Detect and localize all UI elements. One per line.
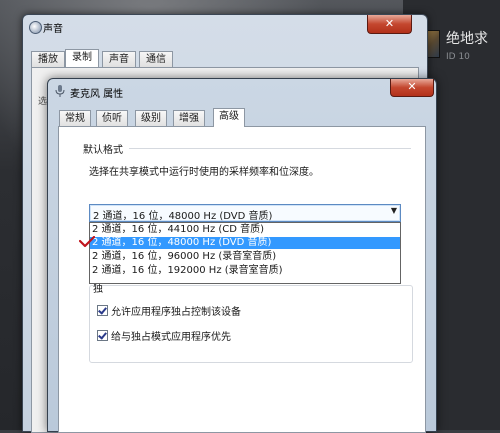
default-format-select[interactable]: 2 通道，16 位，48000 Hz (DVD 音质) ▼ <box>89 204 401 222</box>
tab-communications[interactable]: 通信 <box>139 51 173 67</box>
default-format-selected-value: 2 通道，16 位，48000 Hz (DVD 音质) <box>93 211 273 222</box>
tab-listen[interactable]: 侦听 <box>96 110 128 126</box>
advanced-panel: 默认格式 选择在共享模式中运行时使用的采样频率和位深度。 2 通道，16 位，4… <box>58 126 426 433</box>
side-panel-id: ID 10 <box>446 52 470 62</box>
tab-advanced[interactable]: 高级 <box>213 108 245 127</box>
format-option-192000[interactable]: 2 通道，16 位，192000 Hz (录音室音质) <box>90 265 400 277</box>
exclusive-priority-checkbox[interactable]: 给与独占模式应用程序优先 <box>97 330 231 343</box>
chevron-down-icon[interactable]: ▼ <box>391 206 397 215</box>
allow-exclusive-control-label: 允许应用程序独占控制该设备 <box>111 307 241 318</box>
format-option-48000[interactable]: 2 通道，16 位，48000 Hz (DVD 音质) <box>90 237 400 249</box>
sound-window-close-button[interactable]: ✕ <box>367 15 412 34</box>
speaker-icon <box>29 21 42 34</box>
format-option-96000[interactable]: 2 通道，16 位，96000 Hz (录音室音质) <box>90 251 400 263</box>
allow-exclusive-control-checkbox[interactable]: 允许应用程序独占控制该设备 <box>97 305 241 318</box>
tab-recording[interactable]: 录制 <box>65 49 99 67</box>
tab-enhancements[interactable]: 增强 <box>173 110 205 126</box>
tab-sounds[interactable]: 声音 <box>102 51 136 67</box>
default-format-group-label: 默认格式 <box>83 145 123 156</box>
microphone-icon <box>55 85 65 97</box>
tab-general[interactable]: 常规 <box>59 110 91 126</box>
tab-levels[interactable]: 级别 <box>135 110 167 126</box>
recording-panel-label: 选 <box>38 97 48 107</box>
default-format-dropdown-list: 2 通道，16 位，44100 Hz (CD 音质) 2 通道，16 位，480… <box>89 222 401 284</box>
sound-window-title: 声音 <box>43 24 63 35</box>
microphone-properties-close-button[interactable]: ✕ <box>390 79 434 97</box>
checkbox-checked-icon[interactable] <box>97 330 108 341</box>
exclusive-mode-group <box>89 285 413 363</box>
microphone-properties-window: 麦克风 属性 ✕ 常规 侦听 级别 增强 高级 默认格式 选择在共享模式中运行时… <box>47 78 437 433</box>
format-option-44100[interactable]: 2 通道，16 位，44100 Hz (CD 音质) <box>90 224 400 236</box>
annotation-checkmark-icon <box>79 236 95 248</box>
tab-playback[interactable]: 播放 <box>31 51 65 67</box>
checkbox-checked-icon[interactable] <box>97 305 108 316</box>
default-format-description: 选择在共享模式中运行时使用的采样频率和位深度。 <box>89 167 319 178</box>
exclusive-priority-label: 给与独占模式应用程序优先 <box>111 332 231 343</box>
microphone-properties-title: 麦克风 属性 <box>70 89 124 100</box>
side-panel-name: 绝地求 <box>446 31 488 47</box>
group-divider <box>129 148 411 149</box>
